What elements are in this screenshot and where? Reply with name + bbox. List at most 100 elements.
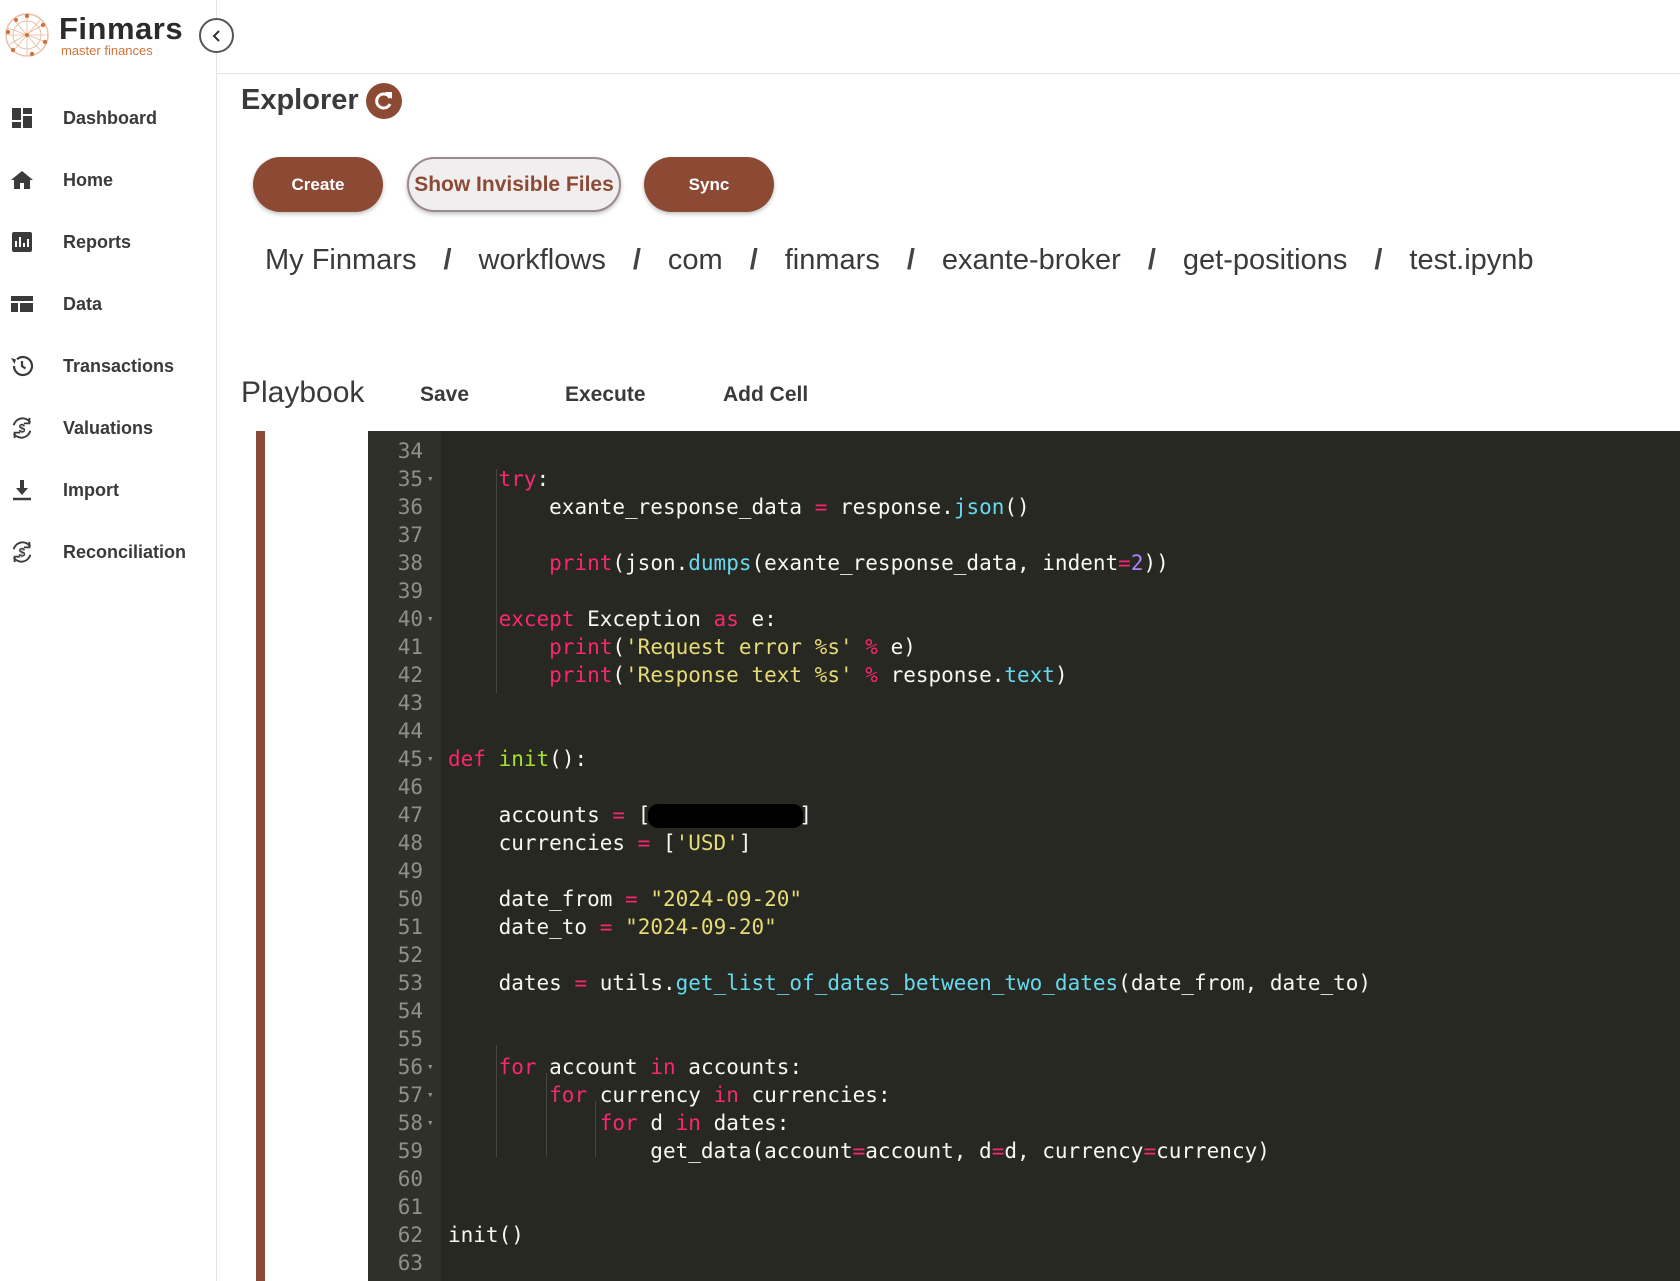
- code-line: 57 ▾ for currency in currencies:: [368, 1081, 1680, 1109]
- add-cell-button[interactable]: Add Cell: [723, 383, 808, 407]
- code-line: 40 ▾ except Exception as e:: [368, 605, 1680, 633]
- sidebar-item-reconciliation[interactable]: $ Reconciliation: [0, 521, 217, 583]
- code-line: 53 dates = utils.get_list_of_dates_betwe…: [368, 969, 1680, 997]
- redacted-value: [648, 804, 804, 828]
- sidebar-item-valuations[interactable]: $ Valuations: [0, 397, 217, 459]
- line-number: 59: [397, 1139, 423, 1163]
- reports-icon: [10, 230, 34, 254]
- fold-arrow-icon[interactable]: ▾: [427, 1053, 437, 1081]
- code-line: 58 ▾ for d in dates:: [368, 1109, 1680, 1137]
- fold-arrow-icon[interactable]: ▾: [427, 465, 437, 493]
- code-token: def: [448, 747, 486, 771]
- sync-button[interactable]: Sync: [644, 157, 774, 212]
- code-line: 45 ▾ def init():: [368, 745, 1680, 773]
- sidebar-item-import[interactable]: Import: [0, 459, 217, 521]
- sidebar-item-home[interactable]: Home: [0, 149, 217, 211]
- line-number: 48: [397, 831, 423, 855]
- code-line: 43: [368, 689, 1680, 717]
- line-number: 47: [397, 803, 423, 827]
- code-token: exante_response_data: [549, 495, 803, 519]
- download-icon: [10, 478, 34, 502]
- line-number: 36: [397, 495, 423, 519]
- refresh-icon[interactable]: [366, 83, 402, 119]
- code-token: exante_response_data, indent: [764, 551, 1119, 575]
- sidebar: Finmars master finances Dashboard Home R…: [0, 0, 217, 1281]
- breadcrumb-separator: /: [906, 244, 915, 276]
- fold-arrow-icon[interactable]: ▾: [427, 605, 437, 633]
- code-token: except: [498, 607, 575, 631]
- code-line: 61: [368, 1193, 1680, 1221]
- code-line: 54: [368, 997, 1680, 1025]
- code-token: json: [625, 551, 676, 575]
- line-number: 55: [397, 1027, 423, 1051]
- collapse-sidebar-button[interactable]: [199, 18, 234, 53]
- code-token: currencies:: [751, 1083, 891, 1107]
- sidebar-item-label: Data: [63, 293, 103, 314]
- sidebar-item-transactions[interactable]: Transactions: [0, 335, 217, 397]
- execute-button[interactable]: Execute: [565, 383, 646, 407]
- save-button[interactable]: Save: [420, 383, 469, 407]
- code-token: get_data: [650, 1139, 752, 1163]
- code-token: json: [953, 495, 1005, 519]
- code-line: 34: [368, 437, 1680, 465]
- code-token: dumps: [688, 551, 752, 575]
- sidebar-item-label: Import: [63, 479, 119, 500]
- breadcrumb-item[interactable]: finmars: [785, 244, 880, 277]
- line-number: 52: [397, 943, 423, 967]
- breadcrumb-separator: /: [1147, 244, 1156, 276]
- code-token: dates:: [713, 1111, 790, 1135]
- code-token: accounts: [498, 803, 600, 827]
- line-number: 63: [397, 1251, 423, 1275]
- code-line: 42 print('Response text %s' % response.t…: [368, 661, 1680, 689]
- fold-arrow-icon[interactable]: ▾: [427, 1081, 437, 1109]
- code-token: "2024-09-20": [650, 887, 803, 911]
- brand-tagline: master finances: [61, 43, 153, 58]
- line-number: 35: [397, 467, 423, 491]
- code-token: init(): [448, 1223, 524, 1247]
- fold-arrow-icon[interactable]: ▾: [427, 745, 437, 773]
- line-number: 49: [397, 859, 423, 883]
- sidebar-item-dashboard[interactable]: Dashboard: [0, 87, 217, 149]
- code-line: 36 exante_response_data = response.json(…: [368, 493, 1680, 521]
- breadcrumb-separator: /: [443, 244, 452, 276]
- code-token: "2024-09-20": [625, 915, 777, 939]
- finmars-logo-icon: [5, 13, 49, 57]
- line-number: 43: [397, 691, 423, 715]
- sidebar-item-data[interactable]: Data: [0, 273, 217, 335]
- fold-arrow-icon[interactable]: ▾: [427, 1109, 437, 1137]
- sidebar-item-label: Valuations: [63, 417, 154, 438]
- currency-sync-icon: $: [10, 416, 34, 440]
- code-token: currencies: [498, 831, 626, 855]
- code-token: as: [713, 607, 739, 631]
- data-icon: [10, 292, 34, 316]
- breadcrumb-separator: /: [1374, 244, 1383, 276]
- code-token: e:: [751, 607, 777, 631]
- line-number: 42: [397, 663, 423, 687]
- show-invisible-files-button[interactable]: Show Invisible Files: [407, 157, 621, 212]
- code-token: 'USD': [675, 831, 739, 855]
- active-cell-indicator: [256, 431, 265, 1281]
- line-number: 37: [397, 523, 423, 547]
- breadcrumb-item[interactable]: workflows: [479, 244, 606, 277]
- line-number: 34: [397, 439, 423, 463]
- svg-text:$: $: [19, 422, 26, 436]
- sidebar-item-reports[interactable]: Reports: [0, 211, 217, 273]
- line-number: 60: [397, 1167, 423, 1191]
- line-number: 39: [397, 579, 423, 603]
- top-bar: [217, 0, 1680, 74]
- sidebar-item-label: Reports: [63, 231, 132, 252]
- brand[interactable]: Finmars master finances: [0, 0, 217, 66]
- breadcrumb-item[interactable]: com: [668, 244, 723, 277]
- line-number: 45: [397, 747, 423, 771]
- code-line: 55: [368, 1025, 1680, 1053]
- breadcrumb-item-current[interactable]: test.ipynb: [1409, 244, 1533, 277]
- breadcrumb-item[interactable]: My Finmars: [265, 244, 416, 277]
- code-line: 47 accounts = []: [368, 801, 1680, 829]
- code-editor[interactable]: 34 35 ▾ try: 36 exante_response_data = re…: [368, 431, 1680, 1281]
- breadcrumb-item[interactable]: get-positions: [1183, 244, 1347, 277]
- line-number: 51: [397, 915, 423, 939]
- line-number: 38: [397, 551, 423, 575]
- create-button[interactable]: Create: [253, 157, 383, 212]
- code-line: 60: [368, 1165, 1680, 1193]
- breadcrumb-item[interactable]: exante-broker: [942, 244, 1121, 277]
